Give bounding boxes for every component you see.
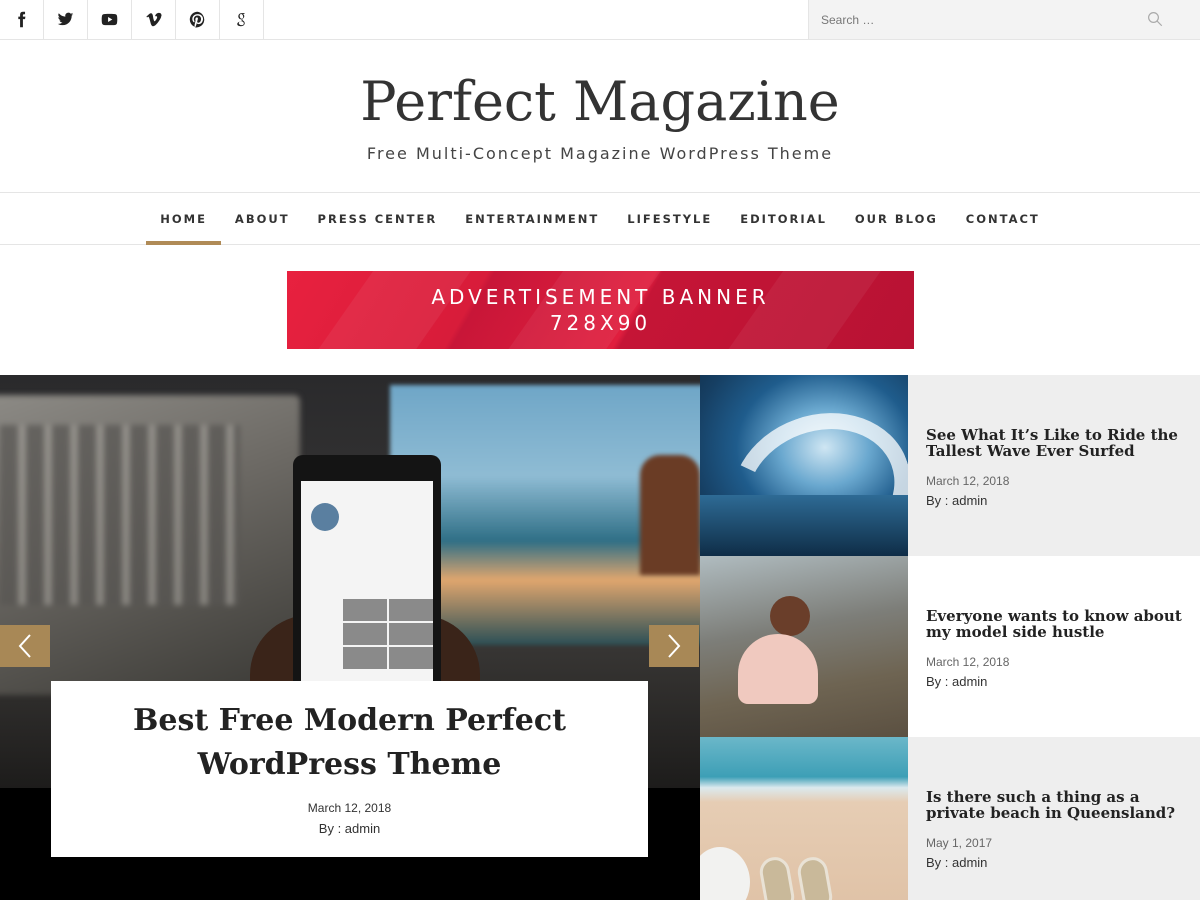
post-title[interactable]: Everyone wants to know about my model si… <box>926 608 1188 640</box>
slide-author: By : admin <box>318 821 381 836</box>
chevron-left-icon <box>18 634 31 658</box>
facebook-icon[interactable] <box>0 0 44 39</box>
slide-date: March 12, 2018 <box>307 801 392 815</box>
post-title[interactable]: See What It’s Like to Ride the Tallest W… <box>926 427 1188 459</box>
side-posts: See What It’s Like to Ride the Tallest W… <box>700 375 1200 900</box>
pinterest-icon[interactable] <box>176 0 220 39</box>
nav-item-editorial[interactable]: EDITORIAL <box>726 193 841 244</box>
nav-item-contact[interactable]: CONTACT <box>952 193 1054 244</box>
nav-link[interactable]: OUR BLOG <box>855 212 938 226</box>
post-thumbnail[interactable] <box>700 556 908 737</box>
ad-stripe <box>302 271 472 349</box>
top-bar <box>0 0 1200 40</box>
nav-link[interactable]: PRESS CENTER <box>318 212 438 226</box>
nav-item-about[interactable]: ABOUT <box>221 193 304 244</box>
ad-text-line2: 728X90 <box>549 311 652 335</box>
ad-stripe <box>712 271 882 349</box>
side-post: Is there such a thing as a private beach… <box>700 737 1200 900</box>
post-author: By : admin <box>926 855 988 870</box>
side-post: See What It’s Like to Ride the Tallest W… <box>700 375 1200 556</box>
side-post: Everyone wants to know about my model si… <box>700 556 1200 737</box>
slider-prev-button[interactable] <box>0 625 50 667</box>
nav-link[interactable]: ENTERTAINMENT <box>465 212 599 226</box>
site-title[interactable]: Perfect Magazine <box>0 70 1200 133</box>
site-tagline: Free Multi-Concept Magazine WordPress Th… <box>366 144 834 163</box>
nav-item-home[interactable]: HOME <box>146 193 221 245</box>
search-input[interactable] <box>821 0 1141 39</box>
rock <box>640 455 700 575</box>
post-author: By : admin <box>926 674 988 689</box>
main-navigation: HOME ABOUT PRESS CENTER ENTERTAINMENT LI… <box>0 192 1200 245</box>
post-author: By : admin <box>926 493 988 508</box>
featured-slider: Best Free Modern Perfect WordPress Theme… <box>0 375 700 900</box>
post-date: March 12, 2018 <box>926 655 1010 669</box>
nav-item-entertainment[interactable]: ENTERTAINMENT <box>451 193 613 244</box>
youtube-icon[interactable] <box>88 0 132 39</box>
ad-stripe <box>492 271 662 349</box>
advertisement-banner[interactable]: ADVERTISEMENT BANNER 728X90 <box>287 271 914 349</box>
nav-link[interactable]: ABOUT <box>235 212 290 226</box>
search-box <box>808 0 1200 39</box>
nav-link[interactable]: HOME <box>160 212 207 226</box>
post-date: March 12, 2018 <box>926 474 1010 488</box>
post-thumbnail[interactable] <box>700 737 908 900</box>
post-title[interactable]: Is there such a thing as a private beach… <box>926 789 1188 821</box>
slide-title[interactable]: Best Free Modern Perfect WordPress Theme <box>61 699 638 787</box>
slider-next-button[interactable] <box>649 625 699 667</box>
search-icon[interactable] <box>1146 10 1164 28</box>
google-plus-icon[interactable] <box>220 0 264 39</box>
nav-link[interactable]: LIFESTYLE <box>627 212 712 226</box>
ad-text-line1: ADVERTISEMENT BANNER <box>431 285 770 309</box>
nav-link[interactable]: EDITORIAL <box>740 212 827 226</box>
slide-caption: Best Free Modern Perfect WordPress Theme… <box>51 681 648 857</box>
post-date: May 1, 2017 <box>926 836 993 850</box>
vimeo-icon[interactable] <box>132 0 176 39</box>
nav-link[interactable]: CONTACT <box>966 212 1040 226</box>
post-thumbnail[interactable] <box>700 375 908 556</box>
chevron-right-icon <box>668 634 681 658</box>
nav-item-press-center[interactable]: PRESS CENTER <box>304 193 452 244</box>
phone <box>293 455 441 695</box>
twitter-icon[interactable] <box>44 0 88 39</box>
nav-item-lifestyle[interactable]: LIFESTYLE <box>613 193 726 244</box>
social-links <box>0 0 264 39</box>
nav-item-our-blog[interactable]: OUR BLOG <box>841 193 952 244</box>
